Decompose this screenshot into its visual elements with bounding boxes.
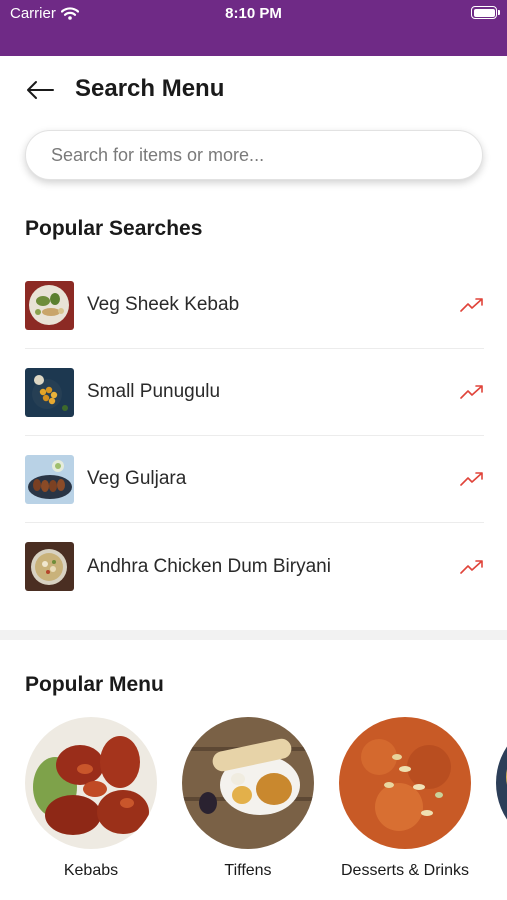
- popular-search-item[interactable]: Small Punugulu: [25, 349, 484, 436]
- trending-up-icon: [458, 292, 484, 318]
- popular-search-label: Andhra Chicken Dum Biryani: [87, 555, 331, 577]
- menu-category-label: Kebabs: [63, 862, 119, 879]
- popular-search-label: Veg Sheek Kebab: [87, 294, 240, 315]
- trending-up-icon: [458, 466, 484, 492]
- popular-search-label: Veg Guljara: [87, 468, 187, 489]
- popular-search-label: Small Punugulu: [87, 381, 221, 402]
- popular-searches-title: Popular Searches: [25, 217, 203, 240]
- arrow-left-icon: [27, 81, 54, 99]
- menu-category-card[interactable]: Kebabs: [25, 717, 157, 880]
- battery-icon: [471, 6, 500, 19]
- desserts-and-drinks-image: [339, 717, 471, 849]
- menu-category-image-partial: [496, 717, 507, 849]
- menu-category-card-partial[interactable]: [496, 717, 507, 849]
- menu-category-card[interactable]: Tiffens: [182, 717, 314, 880]
- popular-search-item[interactable]: Andhra Chicken Dum Biryani: [25, 523, 484, 610]
- popular-searches-list: Veg Sheek Kebab Small Punugulu Veg Gulja…: [25, 262, 484, 610]
- kebabs-image: [25, 717, 157, 849]
- status-time: 8:10 PM: [225, 5, 282, 22]
- search-bar[interactable]: [25, 130, 483, 180]
- trending-up-icon: [458, 554, 484, 580]
- search-input[interactable]: [51, 131, 461, 179]
- menu-category-label: Desserts & Drinks: [340, 862, 470, 879]
- small-punugulu-thumbnail: [25, 367, 74, 417]
- veg-sheek-kebab-thumbnail: [25, 280, 74, 330]
- menu-category-card[interactable]: Desserts & Drinks: [339, 717, 471, 880]
- header: Search Menu: [0, 56, 507, 124]
- popular-search-item[interactable]: Veg Sheek Kebab: [25, 262, 484, 349]
- trending-up-icon: [458, 379, 484, 405]
- back-button[interactable]: [22, 75, 58, 105]
- page-title: Search Menu: [75, 75, 225, 102]
- veg-guljara-thumbnail: [25, 454, 74, 504]
- status-bar: Carrier 8:10 PM: [0, 0, 507, 56]
- popular-search-item[interactable]: Veg Guljara: [25, 436, 484, 523]
- popular-menu-title: Popular Menu: [25, 673, 164, 696]
- section-divider: [0, 630, 507, 640]
- popular-menu-carousel[interactable]: Kebabs Tiffens Desserts & Drinks: [25, 717, 507, 900]
- menu-category-label: Tiffens: [224, 862, 272, 879]
- andhra-chicken-dum-biryani-thumbnail: [25, 542, 74, 591]
- tiffens-image: [182, 717, 314, 849]
